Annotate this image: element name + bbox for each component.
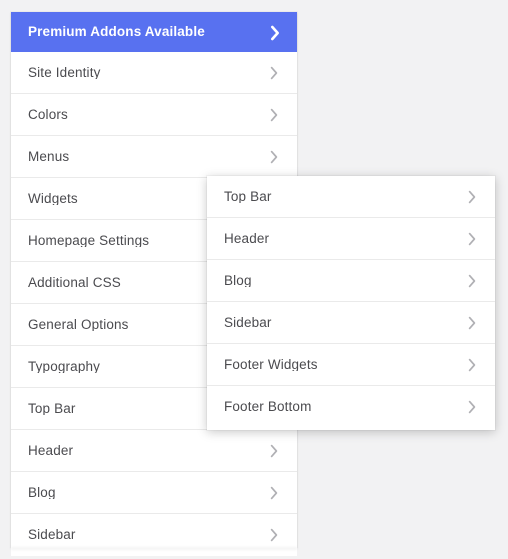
- submenu-item-label: Blog: [224, 273, 252, 288]
- menu-item-label: Menus: [28, 149, 70, 164]
- menu-item-label: Colors: [28, 107, 68, 122]
- submenu-item-label: Top Bar: [224, 189, 272, 204]
- chevron-right-icon: [465, 398, 479, 416]
- menu-item-site-identity[interactable]: Site Identity: [11, 52, 297, 94]
- chevron-right-icon: [465, 356, 479, 374]
- submenu-item-label: Footer Widgets: [224, 357, 318, 372]
- chevron-right-icon: [267, 442, 281, 460]
- chevron-right-icon: [267, 484, 281, 502]
- chevron-right-icon: [267, 23, 281, 41]
- submenu-item-sidebar[interactable]: Sidebar: [207, 302, 495, 344]
- chevron-right-icon: [267, 526, 281, 544]
- menu-item-menus[interactable]: Menus: [11, 136, 297, 178]
- menu-item-label: Site Identity: [28, 65, 101, 80]
- submenu-item-label: Footer Bottom: [224, 400, 312, 414]
- chevron-right-icon: [267, 106, 281, 124]
- menu-item-blog[interactable]: Blog: [11, 472, 297, 514]
- submenu-item-footer-bottom[interactable]: Footer Bottom: [207, 386, 495, 428]
- menu-item-label: Sidebar: [28, 528, 76, 542]
- submenu-item-label: Sidebar: [224, 315, 272, 330]
- chevron-right-icon: [465, 230, 479, 248]
- chevron-right-icon: [267, 148, 281, 166]
- menu-item-header[interactable]: Header: [11, 430, 297, 472]
- submenu-list: Top Bar Header Blog Sidebar Footer Widgets Fo…: [207, 176, 495, 428]
- chevron-right-icon: [465, 314, 479, 332]
- submenu-item-footer-widgets[interactable]: Footer Widgets: [207, 344, 495, 386]
- menu-item-sidebar[interactable]: Sidebar: [11, 514, 297, 556]
- chevron-right-icon: [465, 188, 479, 206]
- menu-item-colors[interactable]: Colors: [11, 94, 297, 136]
- chevron-right-icon: [267, 64, 281, 82]
- submenu-item-blog[interactable]: Blog: [207, 260, 495, 302]
- customizer-submenu-panel: Top Bar Header Blog Sidebar Footer Widgets Fo…: [207, 176, 495, 430]
- menu-item-label: Blog: [28, 485, 56, 500]
- menu-item-label: Header: [28, 443, 74, 458]
- submenu-item-label: Header: [224, 231, 270, 246]
- submenu-item-top-bar[interactable]: Top Bar: [207, 176, 495, 218]
- chevron-right-icon: [465, 272, 479, 290]
- menu-item-label: Premium Addons Available: [28, 25, 205, 39]
- submenu-item-header[interactable]: Header: [207, 218, 495, 260]
- menu-item-premium-addons-available[interactable]: Premium Addons Available: [11, 12, 297, 52]
